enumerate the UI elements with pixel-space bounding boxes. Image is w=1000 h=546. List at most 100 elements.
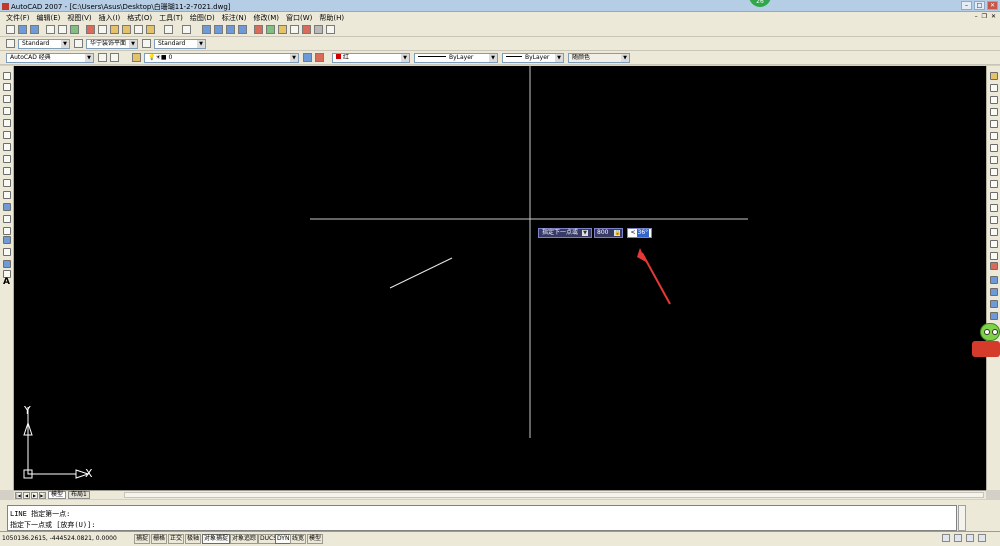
rotate-icon[interactable] [990, 144, 998, 152]
gradient-icon[interactable] [3, 248, 11, 256]
make-layer-current-icon[interactable] [303, 53, 312, 62]
chamfer-icon[interactable] [990, 240, 998, 248]
menu-format[interactable]: 格式(O) [127, 13, 152, 23]
menu-file[interactable]: 文件(F) [6, 13, 30, 23]
plot-style-select[interactable]: 随颜色 ▼ [568, 53, 630, 63]
maximize-icon[interactable]: □ [974, 1, 985, 10]
copy-object-icon[interactable] [990, 84, 998, 92]
menu-modify[interactable]: 修改(M) [253, 13, 279, 23]
snap-toggle[interactable]: 捕捉 [134, 534, 151, 544]
chevron-down-icon[interactable]: ▼ [61, 40, 69, 48]
drawing-canvas[interactable]: Y X 指定下一点或 ▼ 800 🔒 < 36° [14, 66, 986, 490]
redo-icon[interactable] [182, 25, 191, 34]
lineweight-select[interactable]: ByLayer ▼ [502, 53, 564, 63]
extend-icon[interactable] [990, 192, 998, 200]
bring-above-icon[interactable] [990, 312, 998, 320]
zoom-previous-icon[interactable] [238, 25, 247, 34]
publish-icon[interactable] [70, 25, 79, 34]
line-icon[interactable] [3, 72, 11, 80]
otrack-toggle[interactable]: 对象追踪 [230, 534, 259, 544]
chevron-down-icon[interactable]: ▼ [290, 54, 298, 62]
grid-toggle[interactable]: 栅格 [151, 534, 168, 544]
first-tab-icon[interactable]: |◀ [15, 491, 22, 499]
options-arrow-icon[interactable]: ▼ [582, 230, 589, 236]
menu-insert[interactable]: 插入(I) [99, 13, 121, 23]
polar-toggle[interactable]: 极轴 [185, 534, 202, 544]
layer-previous-icon[interactable] [315, 53, 324, 62]
region-icon[interactable] [3, 260, 11, 268]
mirror-icon[interactable] [990, 96, 998, 104]
tab-layout1[interactable]: 布局1 [68, 491, 90, 499]
last-tab-icon[interactable]: ▶| [39, 491, 46, 499]
menu-help[interactable]: 帮助(H) [319, 13, 344, 23]
chevron-down-icon[interactable]: ▼ [555, 54, 563, 62]
explode-icon[interactable] [990, 262, 998, 270]
tool-palettes-icon[interactable] [278, 25, 287, 34]
send-to-back-icon[interactable] [990, 300, 998, 308]
move-icon[interactable] [990, 132, 998, 140]
stretch-icon[interactable] [990, 168, 998, 176]
trim-icon[interactable] [990, 180, 998, 188]
undo-icon[interactable] [164, 25, 173, 34]
markup-icon[interactable] [302, 25, 311, 34]
menu-view[interactable]: 视图(V) [67, 13, 91, 23]
command-history[interactable]: LINE 指定第一点: 指定下一点或 [放弃(U)]: [7, 505, 957, 531]
cut-icon[interactable] [86, 25, 95, 34]
menu-edit[interactable]: 编辑(E) [37, 13, 61, 23]
polyline-icon[interactable] [3, 95, 11, 103]
bring-to-front-icon[interactable] [990, 288, 998, 296]
sheet-set-icon[interactable] [290, 25, 299, 34]
rectangle-icon[interactable] [3, 119, 11, 127]
communication-center-icon[interactable] [942, 534, 950, 542]
new-icon[interactable] [6, 25, 15, 34]
menu-draw[interactable]: 绘图(D) [190, 13, 215, 23]
clean-screen-icon[interactable] [978, 534, 986, 542]
chevron-down-icon[interactable]: ▼ [85, 54, 93, 62]
design-center-icon[interactable] [266, 25, 275, 34]
workspace-settings-icon[interactable] [98, 53, 107, 62]
model-toggle[interactable]: 模型 [307, 534, 324, 544]
match-properties-icon[interactable] [122, 25, 131, 34]
workspace-save-icon[interactable] [110, 53, 119, 62]
ellipse-arc-icon[interactable] [3, 191, 11, 199]
ellipse-icon[interactable] [3, 179, 11, 187]
notification-badge[interactable]: 26 [749, 0, 771, 7]
doc-minimize-icon[interactable]: – [975, 13, 978, 20]
revision-cloud-icon[interactable] [3, 155, 11, 163]
pan-icon[interactable] [202, 25, 211, 34]
menu-dimension[interactable]: 标注(N) [222, 13, 247, 23]
chevron-down-icon[interactable]: ▼ [401, 54, 409, 62]
floating-assistant-widget[interactable] [970, 323, 1000, 361]
erase-icon[interactable] [990, 72, 998, 80]
paste-icon[interactable] [110, 25, 119, 34]
chevron-down-icon[interactable]: ▼ [197, 40, 205, 48]
next-tab-icon[interactable]: ▶ [31, 491, 38, 499]
command-scrollbar[interactable] [958, 505, 966, 531]
circle-icon[interactable] [3, 143, 11, 151]
menu-tools[interactable]: 工具(T) [159, 13, 183, 23]
chevron-down-icon[interactable]: ▼ [129, 40, 137, 48]
print-preview-icon[interactable] [58, 25, 67, 34]
chevron-down-icon[interactable]: ▼ [621, 54, 629, 62]
osnap-toggle[interactable]: 对象捕捉 [202, 534, 231, 544]
spline-icon[interactable] [3, 167, 11, 175]
hatch-icon[interactable] [3, 236, 11, 244]
block-editor-icon[interactable] [134, 25, 143, 34]
doc-restore-icon[interactable]: ❐ [982, 13, 987, 20]
open-icon[interactable] [18, 25, 27, 34]
layer-select[interactable]: 💡☀■ 0 ▼ [144, 53, 299, 63]
dyn-toggle[interactable]: DYN [275, 534, 292, 544]
draw-order-icon[interactable] [990, 276, 998, 284]
make-block-icon[interactable] [3, 215, 11, 223]
color-select[interactable]: 红 ▼ [332, 53, 410, 63]
menu-window[interactable]: 窗口(W) [286, 13, 312, 23]
length-field[interactable]: 800 🔒 [594, 228, 624, 238]
workspace-select[interactable]: AutoCAD 经典 ▼ [6, 53, 94, 63]
angle-field[interactable]: < 36° [627, 228, 653, 238]
fillet-icon[interactable] [990, 252, 998, 260]
copy-icon[interactable] [98, 25, 107, 34]
point-icon[interactable] [3, 227, 11, 235]
brush-icon[interactable] [146, 25, 155, 34]
text-style-select[interactable]: Standard ▼ [18, 39, 70, 49]
arc-icon[interactable] [3, 131, 11, 139]
